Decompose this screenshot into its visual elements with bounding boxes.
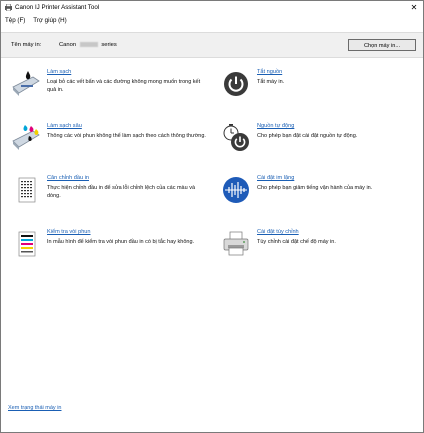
printer-name-value: Canon series [59,42,117,48]
tool-cleaning: Làm sạch Loại bỏ các vết bẩn và các đườn… [11,69,211,109]
power-off-link[interactable]: Tắt nguồn [257,69,282,75]
printer-name-suffix: series [101,42,117,49]
quiet-setting-link[interactable]: Cài đặt im lặng [257,175,294,181]
close-icon: ✕ [410,3,418,12]
printer-name-label: Tên máy in: [11,42,42,48]
custom-settings-link[interactable]: Cài đặt tùy chỉnh [257,229,299,235]
print-head-alignment-icon[interactable] [11,175,41,205]
close-button[interactable]: ✕ [407,1,421,14]
menu-help[interactable]: Trợ giúp (H) [29,15,70,27]
cleaning-description: Loại bỏ các vết bẩn và các đường không m… [47,79,201,93]
quiet-setting-icon[interactable] [221,175,251,205]
auto-power-description: Cho phép bạn đặt cài đặt nguồn tự động. [257,133,358,139]
printer-settings-icon[interactable] [221,229,251,259]
deep-cleaning-link[interactable]: Làm sạch sâu [47,123,82,129]
app-window: Canon IJ Printer Assistant Tool ✕ Tệp (F… [0,0,424,433]
quiet-setting-description: Cho phép bạn giảm tiếng vận hành của máy… [257,185,373,191]
print-head-alignment-description: Thực hiện chỉnh đầu in để sửa lỗi chỉnh … [47,185,196,199]
tool-print-head-alignment: Căn chỉnh đầu in Thực hiện chỉnh đầu in … [11,175,211,215]
cleaning-icon[interactable] [11,69,41,99]
nozzle-check-link[interactable]: Kiểm tra vòi phun [47,229,91,235]
custom-settings-description: Tùy chỉnh cài đặt chế độ máy in. [257,239,336,245]
auto-power-icon[interactable] [221,123,251,153]
title-bar: Canon IJ Printer Assistant Tool ✕ [1,1,423,15]
tool-nozzle-check: Kiểm tra vòi phun In mẫu hình để kiểm tr… [11,229,211,269]
deep-cleaning-icon[interactable] [11,123,41,153]
printer-name-prefix: Canon [59,42,77,49]
tool-custom-settings: Cài đặt tùy chỉnh Tùy chỉnh cài đặt chế … [221,229,421,269]
menu-bar: Tệp (F) Trợ giúp (H) [1,15,423,27]
printer-selection-bar: Tên máy in: Canon series Chọn máy in... [1,32,423,58]
cleaning-link[interactable]: Làm sạch [47,69,71,75]
tool-auto-power: Nguồn tự động Cho phép bạn đặt cài đặt n… [221,123,421,163]
nozzle-check-icon[interactable] [11,229,41,259]
window-title: Canon IJ Printer Assistant Tool [15,4,100,11]
auto-power-link[interactable]: Nguồn tự động [257,123,294,129]
menu-file[interactable]: Tệp (F) [1,15,29,27]
tool-deep-cleaning: Làm sạch sâu Thông các vòi phun không th… [11,123,211,163]
view-printer-status-link[interactable]: Xem trạng thái máy in [8,405,62,411]
tool-power-off: Tắt nguồn Tắt máy in. [221,69,421,109]
power-off-description: Tắt máy in. [257,79,285,85]
power-off-icon[interactable] [221,69,251,99]
print-head-alignment-link[interactable]: Căn chỉnh đầu in [47,175,89,181]
select-printer-button[interactable]: Chọn máy in... [348,39,416,51]
printer-model-redacted [79,42,98,47]
printer-app-icon [5,4,12,11]
deep-cleaning-description: Thông các vòi phun không thể làm sạch th… [47,133,206,139]
nozzle-check-description: In mẫu hình để kiểm tra vòi phun đầu in … [47,239,195,245]
tool-quiet-setting: Cài đặt im lặng Cho phép bạn giảm tiếng … [221,175,421,215]
